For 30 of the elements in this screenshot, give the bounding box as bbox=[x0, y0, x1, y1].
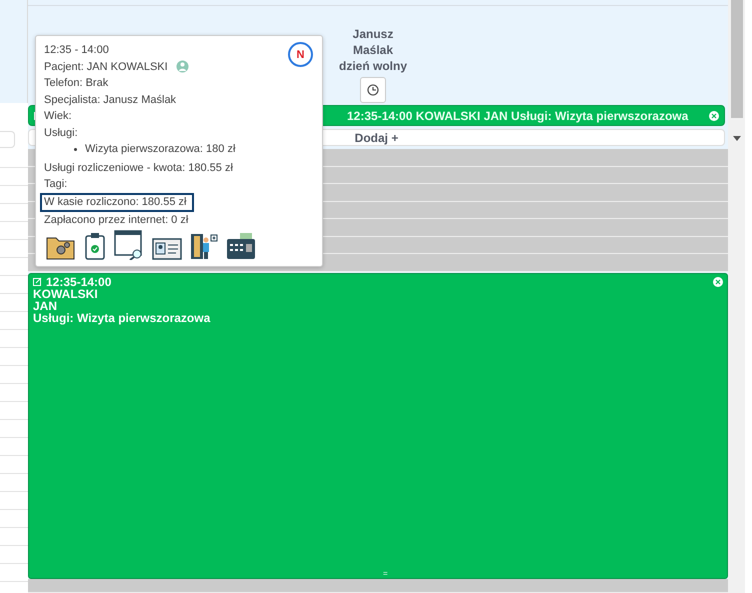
close-icon[interactable] bbox=[713, 276, 723, 286]
billing-amount: Usługi rozliczeniowe - kwota: 180.55 zł bbox=[44, 160, 233, 176]
appointment-detail: JAN bbox=[33, 300, 58, 312]
appointment-detail: KOWALSKI bbox=[33, 288, 99, 300]
time-input[interactable] bbox=[0, 131, 15, 148]
status-badge: N bbox=[288, 42, 313, 67]
specialist-label: Specjalista: Janusz Maślak bbox=[44, 92, 176, 108]
schedule-button[interactable] bbox=[360, 77, 386, 103]
specialist-name: Janusz Maślak dzień wolny bbox=[338, 26, 408, 74]
time-range: 12:35 - 14:00 bbox=[44, 43, 109, 58]
cash-settled: W kasie rozliczono: 180.55 zł bbox=[40, 192, 194, 212]
phone-label: Telefon: Brak bbox=[44, 76, 108, 91]
window-magnifier-icon[interactable] bbox=[114, 230, 144, 260]
appointment-time: 12:35-14:00 bbox=[46, 276, 112, 288]
close-icon[interactable] bbox=[709, 110, 719, 120]
scrollbar-thumb[interactable] bbox=[730, 0, 742, 118]
door-person-icon[interactable] bbox=[190, 232, 218, 260]
appointment-summary: 12:35-14:00 KOWALSKI JAN Usługi: Wizyta pierwszorazowa bbox=[347, 108, 688, 122]
clipboard-check-icon[interactable] bbox=[84, 232, 106, 260]
resize-handle[interactable]: = bbox=[383, 570, 388, 578]
clock-icon bbox=[367, 84, 379, 96]
appointment-detail: Usługi: Wizyta pierwszorazowa bbox=[33, 312, 212, 324]
cash-register-icon[interactable] bbox=[226, 232, 256, 260]
patient-label: Pacjent: JAN KOWALSKI bbox=[44, 60, 168, 74]
id-card-icon[interactable] bbox=[152, 238, 182, 260]
appointment-block[interactable]: 12:35-14:00 KOWALSKI JAN Usługi: Wizyta pierwszorazowa = bbox=[28, 272, 728, 578]
scroll-down-icon[interactable] bbox=[732, 136, 740, 141]
age-label: Wiek: bbox=[44, 109, 72, 124]
tags-label: Tagi: bbox=[44, 177, 68, 192]
online-paid: Zapłacono przez internet: 0 zł bbox=[44, 212, 188, 228]
